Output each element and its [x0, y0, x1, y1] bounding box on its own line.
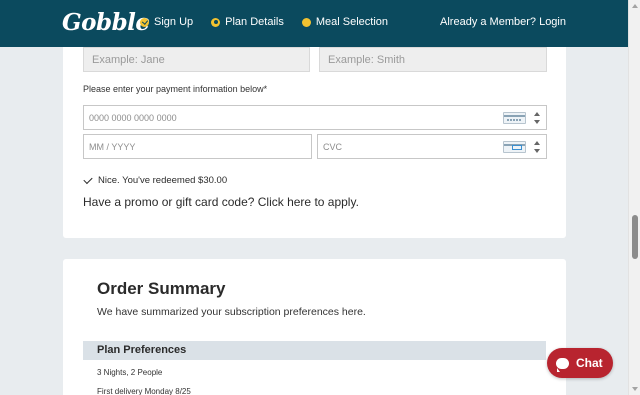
cvc-placeholder: CVC [323, 142, 343, 152]
top-navigation-bar: Gobble Sign Up Plan Details Meal Selecti… [0, 0, 628, 47]
ring-circle-icon [211, 17, 221, 27]
signup-progress-steps: Sign Up Plan Details Meal Selection [140, 16, 406, 28]
card-number-placeholder: 0000 0000 0000 0000 [89, 113, 177, 123]
scrollbar-thumb[interactable] [632, 215, 638, 259]
redeem-message: Nice. You've redeemed $30.00 [98, 175, 228, 186]
scroll-down-arrow-icon[interactable] [632, 387, 638, 391]
plan-size-item: 3 Nights, 2 People [97, 368, 163, 377]
order-summary-subtitle: We have summarized your subscription pre… [97, 306, 366, 318]
chat-label: Chat [576, 356, 603, 370]
member-login-link[interactable]: Already a Member? Login [440, 16, 566, 28]
chat-bubble-icon [556, 357, 569, 372]
step-sign-up[interactable]: Sign Up [140, 16, 193, 28]
cvc-card-icon [503, 141, 526, 153]
cvc-input[interactable]: CVC [317, 134, 547, 159]
payment-info-label: Please enter your payment information be… [83, 84, 268, 94]
spinner-arrows-icon[interactable] [534, 111, 541, 125]
last-name-field[interactable]: Example: Smith [319, 47, 547, 72]
step-meal-selection[interactable]: Meal Selection [301, 16, 388, 28]
order-summary-title: Order Summary [97, 279, 226, 298]
scroll-up-arrow-icon[interactable] [632, 4, 638, 8]
spinner-arrows-icon[interactable] [534, 140, 541, 154]
checkmark-icon [83, 174, 93, 184]
order-summary-card: Order Summary We have summarized your su… [63, 259, 566, 395]
expiry-placeholder: MM / YYYY [89, 142, 136, 152]
promo-code-link[interactable]: Have a promo or gift card code? Click he… [83, 195, 359, 209]
chat-button[interactable]: Chat [547, 348, 613, 378]
step-plan-details[interactable]: Plan Details [211, 16, 284, 28]
check-circle-icon [140, 17, 149, 27]
credit-card-icon [503, 112, 526, 124]
payment-card: Example: Jane Example: Smith Please ente… [63, 47, 566, 238]
gobble-logo[interactable]: Gobble [62, 9, 150, 36]
plan-preferences-title: Plan Preferences [97, 344, 187, 356]
step-label: Sign Up [154, 16, 194, 28]
first-delivery-item: First delivery Monday 8/25 [97, 387, 191, 395]
plan-preferences-header: Plan Preferences [83, 341, 546, 360]
step-label: Meal Selection [315, 16, 388, 28]
card-number-input[interactable]: 0000 0000 0000 0000 [83, 105, 547, 130]
step-label: Plan Details [225, 16, 284, 28]
page-scrollbar[interactable] [628, 0, 640, 395]
expiry-date-input[interactable]: MM / YYYY [83, 134, 312, 159]
first-name-field[interactable]: Example: Jane [83, 47, 310, 72]
dot-circle-icon [301, 17, 311, 27]
redeem-confirmation: Nice. You've redeemed $30.00 [83, 174, 228, 186]
